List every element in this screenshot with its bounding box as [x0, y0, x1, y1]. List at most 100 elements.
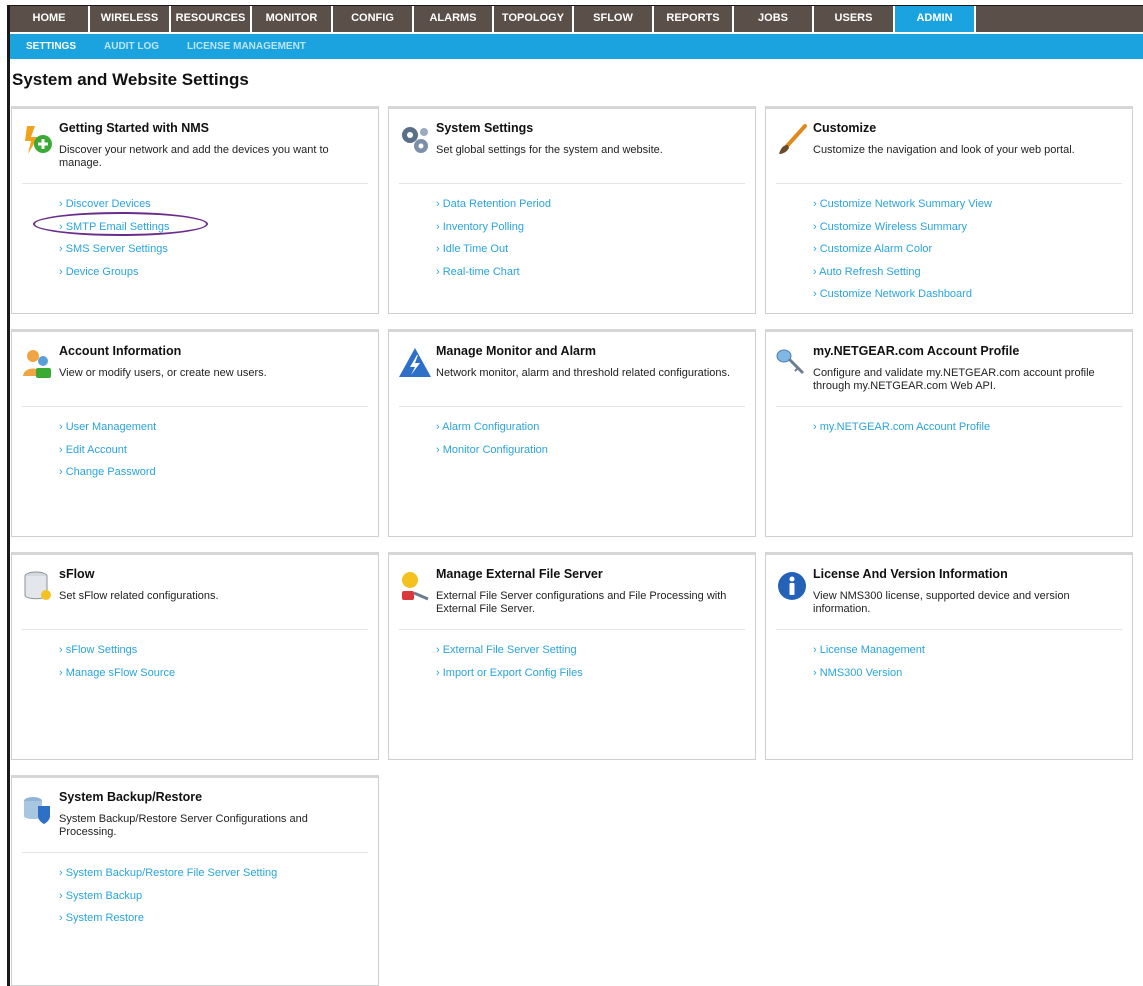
link-customize-network-summary-view[interactable]: › Customize Network Summary View [813, 197, 992, 220]
settings-card-system-settings: System Settings Set global settings for t… [388, 106, 756, 314]
link-customize-alarm-color[interactable]: › Customize Alarm Color [813, 242, 992, 265]
card-title: Manage Monitor and Alarm [436, 344, 596, 358]
nav-tab-jobs[interactable]: JOBS [734, 6, 814, 32]
card-title: Account Information [59, 344, 182, 358]
card-description: System Backup/Restore Server Configurati… [59, 813, 308, 838]
subnav-license-management[interactable]: LICENSE MANAGEMENT [187, 41, 306, 52]
nav-tab-topology[interactable]: TOPOLOGY [494, 6, 574, 32]
card-title: System Settings [436, 121, 534, 135]
card-links: › Customize Network Summary View › Custom… [813, 197, 992, 310]
settings-card-license-and-version-information: License And Version Information View NMS3… [765, 552, 1133, 760]
page-title: System and Website Settings [12, 70, 249, 89]
card-description: Set sFlow related configurations. [59, 590, 219, 602]
card-links: › my.NETGEAR.com Account Profile [813, 420, 990, 443]
card-title: Getting Started with NMS [59, 121, 209, 135]
nav-tab-admin[interactable]: ADMIN [895, 6, 976, 32]
highlight-oval [33, 212, 208, 236]
nav-tab-home[interactable]: HOME [10, 6, 90, 32]
link-real-time-chart[interactable]: › Real-time Chart [436, 265, 551, 288]
link-sflow-settings[interactable]: › sFlow Settings [59, 643, 175, 666]
link-customize-wireless-summary[interactable]: › Customize Wireless Summary [813, 220, 992, 243]
subnav-audit-log[interactable]: AUDIT LOG [104, 41, 159, 52]
link-customize-network-dashboard[interactable]: › Customize Network Dashboard [813, 287, 992, 310]
users-icon [21, 346, 55, 380]
link-alarm-configuration[interactable]: › Alarm Configuration [436, 420, 548, 443]
nav-tab-users[interactable]: USERS [814, 6, 895, 32]
link-monitor-configuration[interactable]: › Monitor Configuration [436, 443, 548, 466]
card-links: › User Management › Edit Account › Change … [59, 420, 156, 488]
settings-card-my-netgear-com-account-profile: my.NETGEAR.com Account Profile Configure … [765, 329, 1133, 537]
link-user-management[interactable]: › User Management [59, 420, 156, 443]
link-system-restore[interactable]: › System Restore [59, 911, 277, 934]
card-divider [22, 183, 368, 184]
card-title: sFlow [59, 567, 95, 581]
link-license-management[interactable]: › License Management [813, 643, 925, 666]
link-edit-account[interactable]: › Edit Account [59, 443, 156, 466]
nav-tab-wireless[interactable]: WIRELESS [90, 6, 171, 32]
card-divider [22, 852, 368, 853]
card-divider [776, 183, 1122, 184]
card-links: › System Backup/Restore File Server Sett… [59, 866, 277, 934]
card-divider [399, 629, 745, 630]
main-nav: HOME WIRELESS RESOURCES MONITOR CONFIG ALARMS… [10, 6, 1143, 32]
settings-card-manage-monitor-and-alarm: Manage Monitor and Alarm Network monitor,… [388, 329, 756, 537]
nav-tab-alarms[interactable]: ALARMS [414, 6, 494, 32]
link-inventory-polling[interactable]: › Inventory Polling [436, 220, 551, 243]
card-links: › sFlow Settings › Manage sFlow Source [59, 643, 175, 688]
card-links: › Data Retention Period › Inventory Polli… [436, 197, 551, 287]
card-divider [22, 629, 368, 630]
settings-card-manage-external-file-server: Manage External File Server External File… [388, 552, 756, 760]
key-icon [775, 346, 809, 380]
info-icon [775, 569, 809, 603]
link-sms-server-settings[interactable]: › SMS Server Settings [59, 242, 169, 265]
card-links: › Discover Devices › SMTP Email Settings ›… [59, 197, 169, 287]
settings-card-account-information: Account Information View or modify users,… [11, 329, 379, 537]
card-description: Set global settings for the system and w… [436, 144, 663, 156]
nav-tab-config[interactable]: CONFIG [333, 6, 414, 32]
gears-icon [398, 123, 432, 157]
card-description: Customize the navigation and look of you… [813, 144, 1075, 156]
card-description: Discover your network and add the device… [59, 144, 329, 169]
database-icon [21, 569, 55, 603]
link-device-groups[interactable]: › Device Groups [59, 265, 169, 288]
link-nms300-version[interactable]: › NMS300 Version [813, 666, 925, 689]
card-divider [776, 629, 1122, 630]
card-divider [22, 406, 368, 407]
card-divider [399, 406, 745, 407]
nav-tab-sflow[interactable]: SFLOW [574, 6, 654, 32]
link-external-file-server-setting[interactable]: › External File Server Setting [436, 643, 583, 666]
link-auto-refresh-setting[interactable]: › Auto Refresh Setting [813, 265, 992, 288]
sub-nav: SETTINGS AUDIT LOG LICENSE MANAGEMENT [10, 34, 1143, 59]
card-links: › License Management › NMS300 Version [813, 643, 925, 688]
link-system-backup-restore-file-server-setting[interactable]: › System Backup/Restore File Server Sett… [59, 866, 277, 889]
card-description: External File Server configurations and … [436, 590, 727, 615]
link-manage-sflow-source[interactable]: › Manage sFlow Source [59, 666, 175, 689]
card-description: View or modify users, or create new user… [59, 367, 267, 379]
subnav-settings[interactable]: SETTINGS [26, 41, 76, 52]
settings-card-customize: Customize Customize the navigation and lo… [765, 106, 1133, 314]
card-title: my.NETGEAR.com Account Profile [813, 344, 1020, 358]
card-divider [776, 406, 1122, 407]
lightning-icon [398, 346, 432, 380]
card-links: › Alarm Configuration › Monitor Configura… [436, 420, 548, 465]
link-change-password[interactable]: › Change Password [59, 465, 156, 488]
link-my-netgear-com-account-profile[interactable]: › my.NETGEAR.com Account Profile [813, 420, 990, 443]
settings-card-getting-started-with-nms: Getting Started with NMS Discover your ne… [11, 106, 379, 314]
link-import-or-export-config-files[interactable]: › Import or Export Config Files [436, 666, 583, 689]
plus-bolt-icon [21, 123, 55, 157]
settings-card-system-backup-restore: System Backup/Restore System Backup/Resto… [11, 775, 379, 986]
link-system-backup[interactable]: › System Backup [59, 889, 277, 912]
card-description: Configure and validate my.NETGEAR.com ac… [813, 367, 1095, 392]
card-description: View NMS300 license, supported device an… [813, 590, 1070, 615]
settings-card-sflow: sFlow Set sFlow related configurations. › … [11, 552, 379, 760]
nav-tab-reports[interactable]: REPORTS [654, 6, 734, 32]
link-idle-time-out[interactable]: › Idle Time Out [436, 242, 551, 265]
nav-tab-monitor[interactable]: MONITOR [252, 6, 333, 32]
card-divider [399, 183, 745, 184]
card-title: License And Version Information [813, 567, 1008, 581]
paintbrush-icon [775, 123, 809, 157]
nav-tab-resources[interactable]: RESOURCES [171, 6, 252, 32]
backup-shield-icon [21, 792, 55, 826]
card-links: › External File Server Setting › Import o… [436, 643, 583, 688]
link-data-retention-period[interactable]: › Data Retention Period [436, 197, 551, 220]
